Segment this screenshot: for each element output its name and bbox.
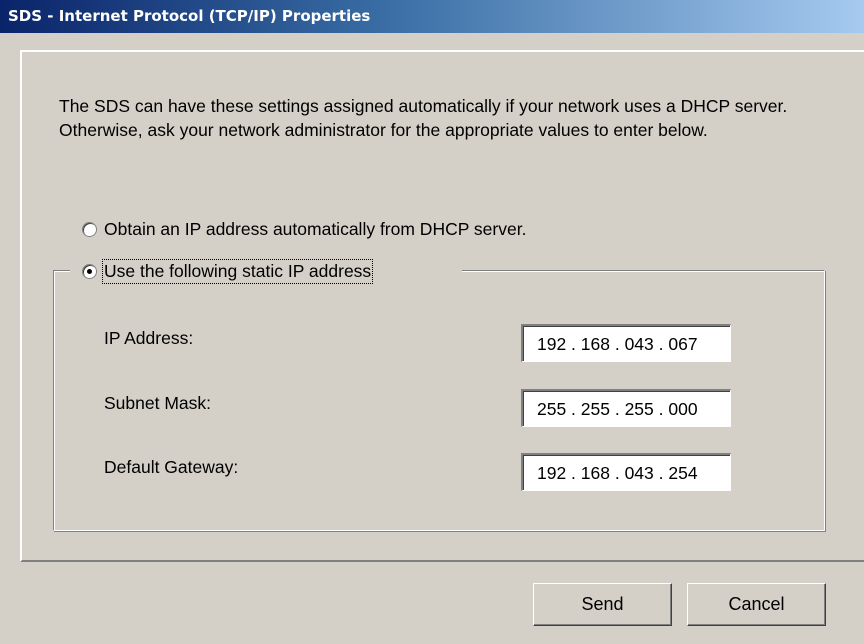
dhcp-option-label[interactable]: Obtain an IP address automatically from …: [104, 219, 526, 240]
default-gateway-label: Default Gateway:: [104, 457, 239, 477]
static-ip-option-label[interactable]: Use the following static IP address: [101, 259, 374, 284]
subnet-mask-label: Subnet Mask:: [104, 393, 211, 413]
subnet-mask-input[interactable]: 255 . 255 . 255 . 000: [521, 389, 731, 427]
static-ip-radio-button[interactable]: [82, 264, 97, 279]
dialog-window: SDS - Internet Protocol (TCP/IP) Propert…: [0, 0, 864, 644]
static-ip-option[interactable]: Use the following static IP address: [82, 259, 374, 284]
send-button[interactable]: Send: [533, 583, 672, 626]
intro-text: The SDS can have these settings assigned…: [59, 96, 788, 140]
ip-address-input[interactable]: 192 . 168 . 043 . 067: [521, 324, 731, 362]
window-title: SDS - Internet Protocol (TCP/IP) Propert…: [8, 7, 371, 25]
title-bar[interactable]: SDS - Internet Protocol (TCP/IP) Propert…: [0, 0, 864, 33]
ip-address-label: IP Address:: [104, 328, 194, 348]
default-gateway-input[interactable]: 192 . 168 . 043 . 254: [521, 453, 731, 491]
cancel-button[interactable]: Cancel: [687, 583, 826, 626]
dhcp-option[interactable]: Obtain an IP address automatically from …: [82, 219, 526, 240]
dhcp-radio-button[interactable]: [82, 222, 97, 237]
